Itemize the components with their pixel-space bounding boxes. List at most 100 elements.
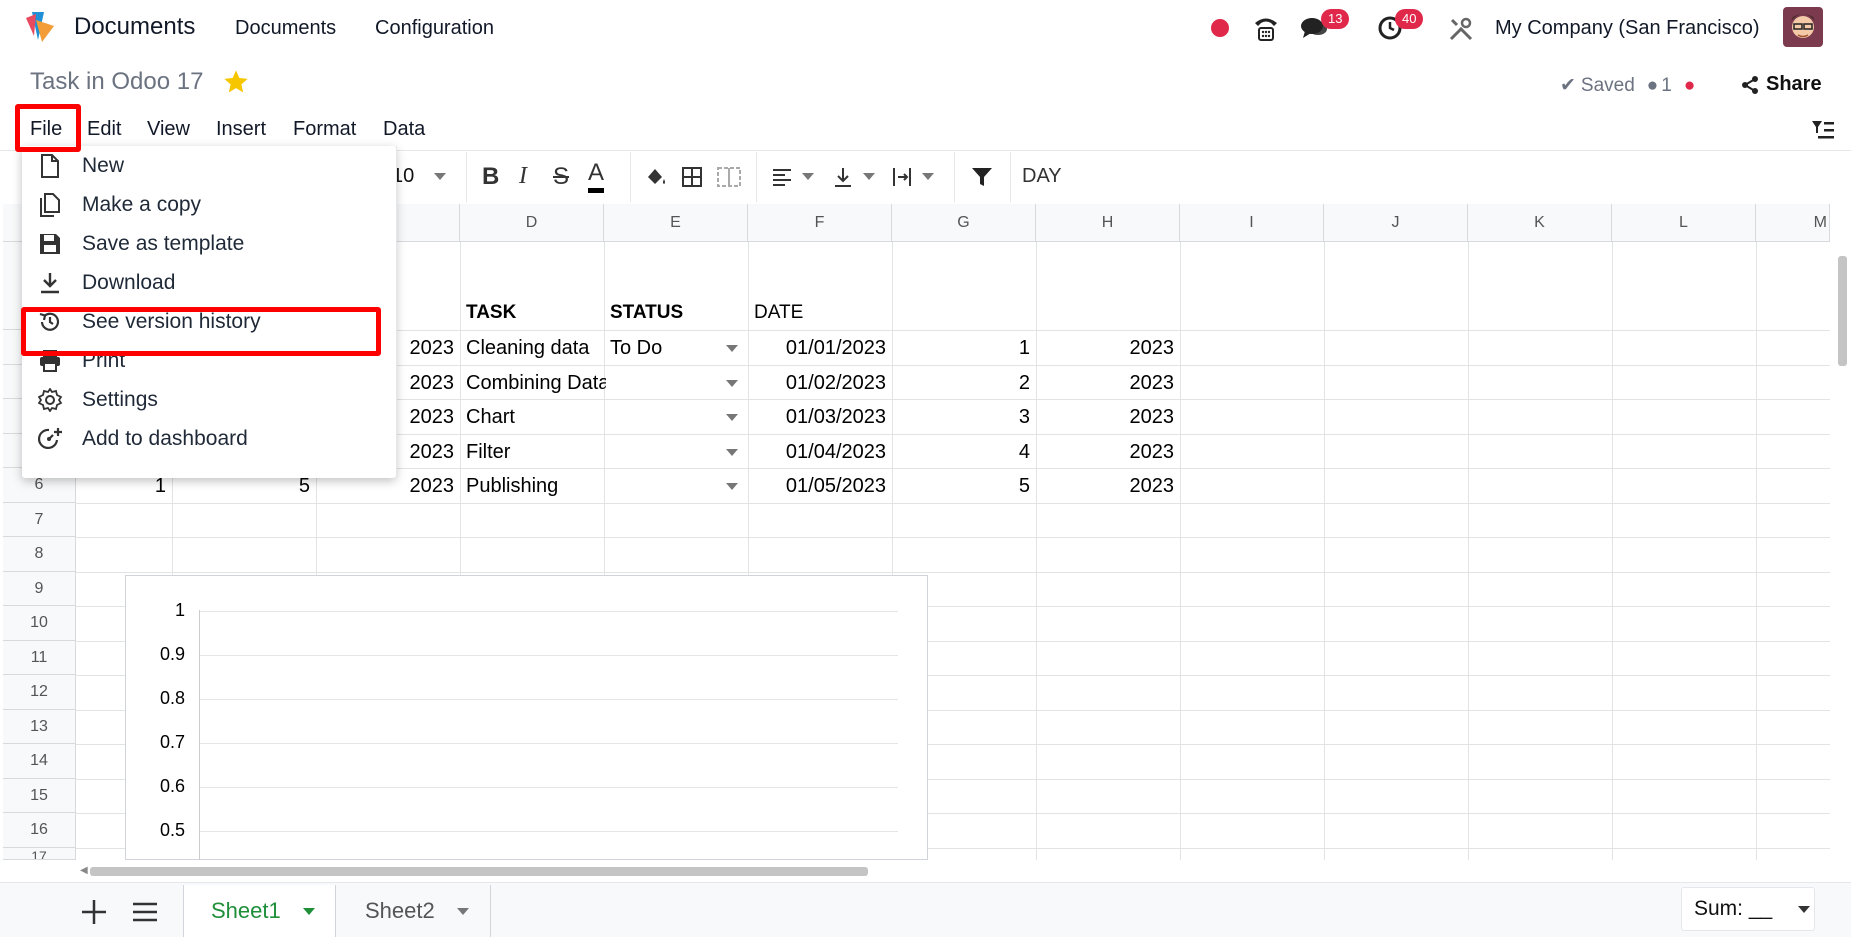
tools-icon[interactable] <box>1448 16 1474 42</box>
menu-item-settings[interactable]: Settings <box>22 380 396 419</box>
column-header-e[interactable]: E <box>604 204 748 242</box>
align-vertical-icon[interactable] <box>831 150 875 203</box>
row-header-8[interactable]: 8 <box>3 537 76 572</box>
cell-f5[interactable]: 01/04/2023 <box>752 435 886 469</box>
cell-f4[interactable]: 01/03/2023 <box>752 400 886 434</box>
menu-edit[interactable]: Edit <box>87 118 121 141</box>
cell-g6[interactable]: 5 <box>896 469 1030 503</box>
dropdown-arrow-icon[interactable] <box>726 483 738 490</box>
cell-g5[interactable]: 4 <box>896 435 1030 469</box>
record-dot-icon[interactable] <box>1211 19 1229 37</box>
borders-icon[interactable] <box>680 150 704 203</box>
menu-configuration[interactable]: Configuration <box>375 17 494 40</box>
row-header-16[interactable]: 16 <box>3 813 76 848</box>
menu-item-make-a-copy[interactable]: Make a copy <box>22 185 396 224</box>
column-header-j[interactable]: J <box>1324 204 1468 242</box>
row-header-14[interactable]: 14 <box>3 744 76 779</box>
add-sheet-icon[interactable] <box>80 898 108 926</box>
app-name[interactable]: Documents <box>74 13 195 41</box>
dropdown-arrow-icon[interactable] <box>726 380 738 387</box>
column-header-f[interactable]: F <box>748 204 892 242</box>
row-header-10[interactable]: 10 <box>3 606 76 641</box>
cell-h3[interactable]: 2023 <box>1040 366 1175 400</box>
column-header-m[interactable]: M <box>1756 204 1830 242</box>
filter-panel-icon[interactable] <box>1810 118 1836 142</box>
formula-bar[interactable]: DAY <box>1022 150 1062 203</box>
company-switcher[interactable]: My Company (San Francisco) <box>1495 17 1760 40</box>
cell-header-date[interactable]: DATE <box>754 296 803 330</box>
menu-view[interactable]: View <box>147 118 190 141</box>
chevron-down-icon[interactable] <box>302 907 315 915</box>
sheet-tab-sheet2[interactable]: Sheet2 <box>336 885 491 937</box>
cell-d2[interactable]: Cleaning data <box>466 331 589 365</box>
cell-h4[interactable]: 2023 <box>1040 400 1175 434</box>
cell-f2[interactable]: 01/01/2023 <box>752 331 886 365</box>
aggregate-selector[interactable]: Sum: __ <box>1681 887 1815 931</box>
user-avatar[interactable] <box>1783 7 1823 47</box>
chevron-down-icon[interactable] <box>456 907 469 915</box>
row-header-13[interactable]: 13 <box>3 710 76 744</box>
chart-figure[interactable] <box>125 575 928 860</box>
cell-h5[interactable]: 2023 <box>1040 435 1175 469</box>
column-header-d[interactable]: D <box>460 204 604 242</box>
column-header-l[interactable]: L <box>1612 204 1756 242</box>
text-color-button[interactable]: A <box>588 157 605 193</box>
column-header-k[interactable]: K <box>1468 204 1612 242</box>
scroll-left-arrow-icon[interactable]: ◀ <box>80 865 88 876</box>
cell-header-status[interactable]: STATUS <box>610 296 683 330</box>
menu-item-add-to-dashboard[interactable]: Add to dashboard <box>22 419 396 458</box>
dropdown-arrow-icon[interactable] <box>726 345 738 352</box>
menu-item-download[interactable]: Download <box>22 263 396 302</box>
column-header-g[interactable]: G <box>892 204 1036 242</box>
italic-button[interactable]: I <box>519 150 527 203</box>
align-horizontal-icon[interactable] <box>770 150 814 203</box>
row-header-11[interactable]: 11 <box>3 641 76 675</box>
merge-cells-icon[interactable] <box>716 150 742 203</box>
star-icon[interactable] <box>222 68 250 96</box>
row-header-7[interactable]: 7 <box>3 503 76 537</box>
cell-d5[interactable]: Filter <box>466 435 510 469</box>
cell-g2[interactable]: 1 <box>896 331 1030 365</box>
share-button[interactable]: Share <box>1740 73 1822 96</box>
row-header-15[interactable]: 15 <box>3 779 76 813</box>
strikethrough-button[interactable]: S <box>553 150 569 203</box>
vertical-scroll-thumb[interactable] <box>1838 256 1847 366</box>
cell-h2[interactable]: 2023 <box>1040 331 1175 365</box>
row-header-17[interactable]: 17 <box>3 848 76 860</box>
row-header-12[interactable]: 12 <box>3 675 76 710</box>
cell-f6[interactable]: 01/05/2023 <box>752 469 886 503</box>
cell-g4[interactable]: 3 <box>896 400 1030 434</box>
menu-insert[interactable]: Insert <box>216 118 266 141</box>
dropdown-arrow-icon[interactable] <box>726 449 738 456</box>
dropdown-arrow-icon[interactable] <box>726 414 738 421</box>
cell-h6[interactable]: 2023 <box>1040 469 1175 503</box>
cell-d4[interactable]: Chart <box>466 400 515 434</box>
fill-color-icon[interactable] <box>644 150 668 203</box>
column-header-h[interactable]: H <box>1036 204 1180 242</box>
menu-item-save-as-template[interactable]: Save as template <box>22 224 396 263</box>
cell-g3[interactable]: 2 <box>896 366 1030 400</box>
text-wrap-icon[interactable] <box>890 150 934 203</box>
cell-e2[interactable]: To Do <box>610 331 662 365</box>
phone-icon[interactable] <box>1252 14 1280 42</box>
y-tick-label: 1 <box>174 600 185 620</box>
column-header-i[interactable]: I <box>1180 204 1324 242</box>
document-title[interactable]: Task in Odoo 17 <box>30 68 203 96</box>
cell-d3[interactable]: Combining Data <box>466 366 606 400</box>
menu-format[interactable]: Format <box>293 118 356 141</box>
bold-button[interactable]: B <box>482 150 499 203</box>
horizontal-scrollbar[interactable]: ◀ <box>76 860 1830 882</box>
font-size-select[interactable]: 10 <box>392 150 452 203</box>
row-header-9[interactable]: 9 <box>3 572 76 606</box>
cell-d6[interactable]: Publishing <box>466 469 558 503</box>
cell-f3[interactable]: 01/02/2023 <box>752 366 886 400</box>
app-logo-icon[interactable] <box>24 10 60 44</box>
vertical-scrollbar[interactable] <box>1830 242 1851 860</box>
list-sheets-icon[interactable] <box>131 900 159 924</box>
menu-data[interactable]: Data <box>383 118 425 141</box>
horizontal-scroll-thumb[interactable] <box>90 867 868 876</box>
menu-documents[interactable]: Documents <box>235 17 336 40</box>
filter-icon[interactable] <box>970 150 994 203</box>
sheet-tab-sheet1[interactable]: Sheet1 <box>183 885 336 937</box>
cell-header-task[interactable]: TASK <box>466 296 516 330</box>
